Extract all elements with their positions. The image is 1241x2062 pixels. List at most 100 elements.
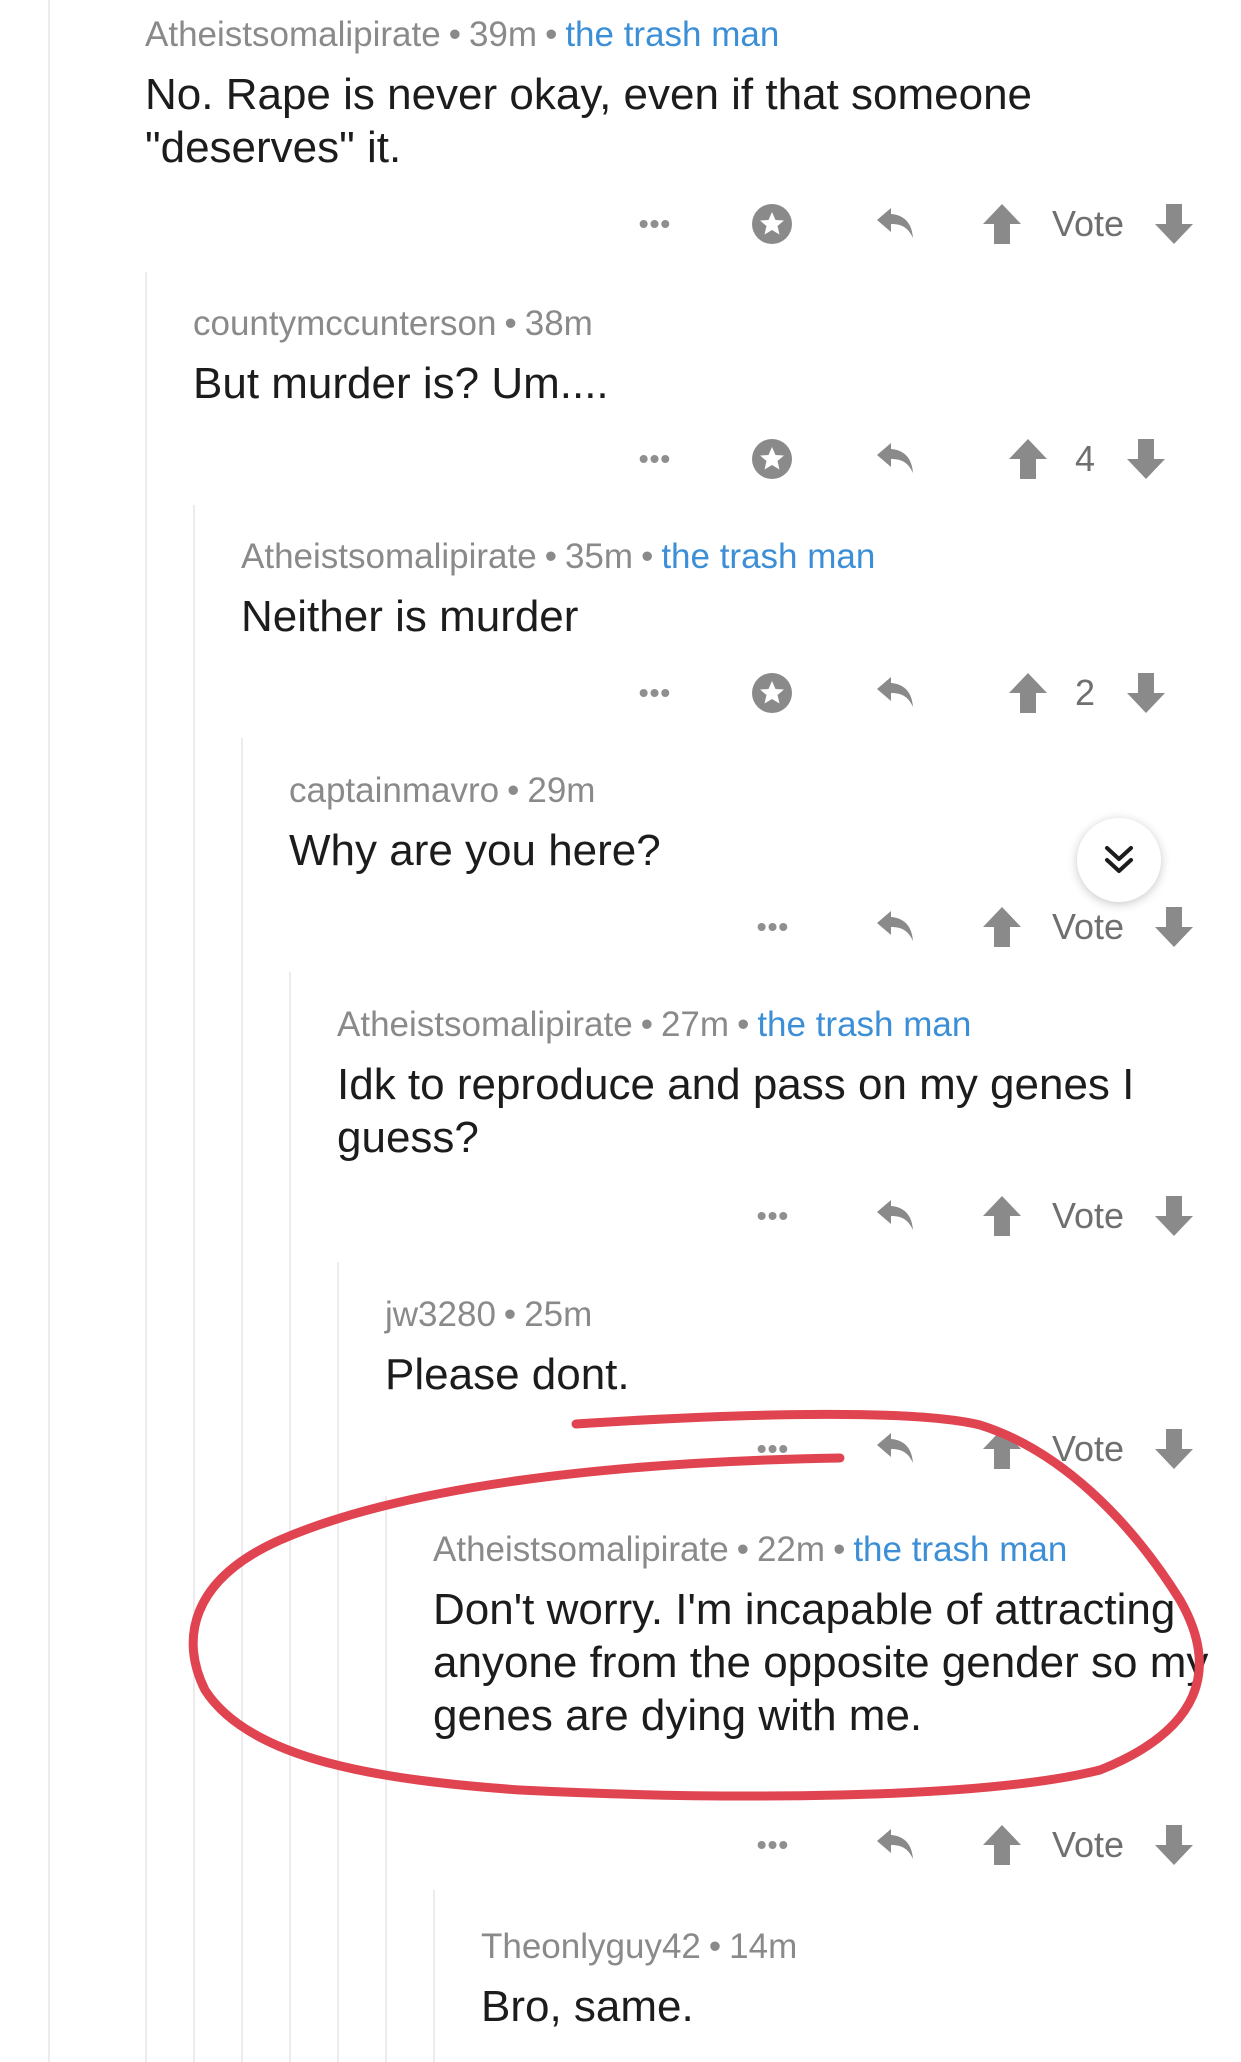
separator: • [640,1005,653,1044]
more-button[interactable]: ••• [744,1196,802,1236]
save-button[interactable] [744,431,800,487]
more-button[interactable]: ••• [626,439,684,479]
reply-icon [877,443,913,473]
comment-author[interactable]: Atheistsomalipirate [241,537,537,576]
downvote-icon [1155,1196,1193,1236]
upvote-button[interactable] [1002,667,1054,719]
comment-meta: captainmavro • 29m [289,770,595,812]
jump-next-button[interactable] [1077,818,1161,902]
comment-text: Please dont. [385,1350,630,1399]
thread-guide [145,272,147,2062]
comment-author[interactable]: countymccunterson [193,304,496,343]
save-icon [752,204,792,244]
vote-count: Vote [1051,1824,1125,1865]
vote-count: 2 [1074,672,1096,713]
upvote-button[interactable] [976,901,1028,953]
reply-icon [877,911,913,941]
vote-count: Vote [1051,203,1125,244]
separator: • [641,537,654,576]
downvote-button[interactable] [1120,667,1172,719]
upvote-icon [1009,673,1047,713]
thread-guide [385,1496,387,2062]
comment-age: 25m [524,1295,593,1334]
comment-text: Idk to reproduce and pass on my genes I … [337,1060,1135,1162]
comment-thread: Atheistsomalipirate • 39m • the trash man No… [0,0,1241,2062]
comment-author[interactable]: Atheistsomalipirate [433,1530,729,1569]
upvote-icon [983,1429,1021,1469]
comment-meta: Atheistsomalipirate • 22m • the trash man [433,1529,1067,1571]
downvote-button[interactable] [1148,1423,1200,1475]
more-button[interactable]: ••• [744,1825,802,1865]
comment-age: 29m [527,771,596,810]
reply-button[interactable] [868,1819,924,1871]
comment-meta: Atheistsomalipirate • 27m • the trash man [337,1004,971,1046]
more-button[interactable]: ••• [626,204,684,244]
separator: • [507,771,520,810]
downvote-button[interactable] [1148,901,1200,953]
comment-text: Neither is murder [241,592,579,641]
reply-button[interactable] [868,901,924,953]
save-button[interactable] [744,665,800,721]
reply-icon [877,1433,913,1463]
reply-icon [877,1200,913,1230]
reply-button[interactable] [868,433,924,485]
downvote-button[interactable] [1148,1819,1200,1871]
more-button[interactable]: ••• [626,673,684,713]
separator: • [503,1295,517,1334]
reply-button[interactable] [868,667,924,719]
comment-text: Bro, same. [481,1982,694,2031]
comment-meta: Atheistsomalipirate • 39m • the trash man [145,14,779,56]
jump-down-icon [1105,846,1133,873]
comment-author[interactable]: Atheistsomalipirate [145,15,441,54]
comment-meta: Theonlyguy42 • 14m [481,1926,797,1968]
vote-count: Vote [1051,906,1125,947]
comment-text: Don't worry. I'm incapable of attracting… [433,1585,1209,1740]
reply-button[interactable] [868,198,924,250]
separator: • [504,304,517,343]
comment-author[interactable]: captainmavro [289,771,499,810]
comment-age: 38m [524,304,593,343]
thread-guide [433,1890,435,2062]
vote-count: 4 [1074,438,1096,479]
separator: • [544,537,557,576]
reply-button[interactable] [868,1423,924,1475]
comment-text: But murder is? Um.... [193,359,609,408]
upvote-button[interactable] [976,1190,1028,1242]
comment-meta: Atheistsomalipirate • 35m • the trash man [241,536,875,578]
thread-guide [241,738,243,2062]
reply-button[interactable] [868,1190,924,1242]
downvote-button[interactable] [1120,433,1172,485]
separator: • [708,1927,722,1966]
separator: • [448,15,461,54]
upvote-button[interactable] [976,1819,1028,1871]
comment-text: No. Rape is never okay, even if that som… [145,70,1033,172]
downvote-icon [1155,204,1193,244]
comment-age: 22m [756,1530,826,1569]
more-button[interactable]: ••• [744,1429,802,1469]
downvote-button[interactable] [1148,1190,1200,1242]
more-button[interactable]: ••• [744,907,802,947]
upvote-button[interactable] [976,198,1028,250]
upvote-button[interactable] [976,1423,1028,1475]
downvote-button[interactable] [1148,198,1200,250]
save-button[interactable] [744,196,800,252]
comment-age: 27m [660,1005,730,1044]
separator: • [545,15,558,54]
comment-author[interactable]: Atheistsomalipirate [337,1005,633,1044]
upvote-icon [983,1825,1021,1865]
separator: • [833,1530,846,1569]
separator: • [737,1005,750,1044]
separator: • [736,1530,749,1569]
comment-author[interactable]: jw3280 [385,1295,496,1334]
reply-icon [877,208,913,238]
comment-meta: jw3280 • 25m [385,1294,592,1336]
downvote-icon [1155,1825,1193,1865]
downvote-icon [1155,1429,1193,1469]
thread-guide [289,972,291,2062]
comment-author[interactable]: Theonlyguy42 [481,1927,701,1966]
upvote-button[interactable] [1002,433,1054,485]
vote-count: Vote [1051,1428,1125,1469]
reply-icon [877,1829,913,1859]
downvote-icon [1127,439,1165,479]
user-flair: the trash man [661,537,876,576]
